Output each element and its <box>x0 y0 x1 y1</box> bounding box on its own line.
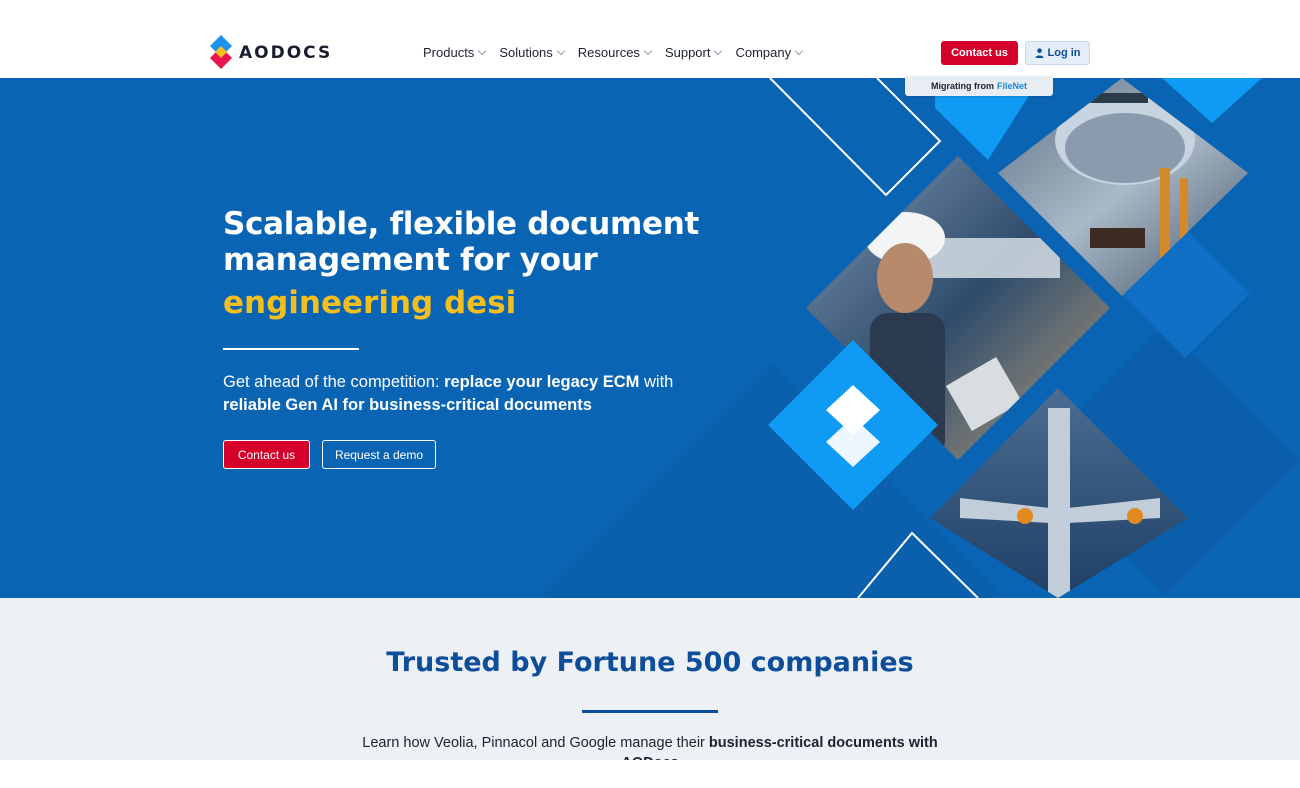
hero-title-line1: Scalable, flexible document <box>223 206 700 242</box>
aodocs-logo-icon <box>210 35 232 69</box>
logo-wordmark: AODOCS <box>239 42 333 63</box>
chevron-down-icon <box>643 46 653 55</box>
hero-section: Scalable, flexible document management f… <box>0 78 1300 598</box>
header-contact-button[interactable]: Contact us <box>941 41 1018 65</box>
migrate-prefix: Migrating from <box>930 81 994 91</box>
hero-illustration <box>540 78 1300 598</box>
aodocs-logo[interactable]: AODOCS <box>208 34 332 72</box>
nav-company[interactable]: Company <box>735 44 804 61</box>
migrate-banner-tab[interactable]: Migrating from FileNet <box>905 76 1053 96</box>
site-header: AODOCS Products Solutions Resources Supp… <box>0 0 1300 78</box>
user-icon <box>1035 48 1043 58</box>
viewport-bottom-strip <box>0 760 1300 788</box>
chevron-down-icon <box>556 46 566 55</box>
nav-solutions-label: Solutions <box>499 45 553 60</box>
main-nav: Products Solutions Resources Support Com… <box>423 44 816 61</box>
nav-resources-label: Resources <box>577 45 640 60</box>
hero-title: Scalable, flexible document management f… <box>223 206 743 278</box>
hero-subtitle-part2: with <box>639 373 674 391</box>
nav-products-label: Products <box>423 45 475 60</box>
nav-support-label: Support <box>664 45 711 60</box>
hero-contact-button[interactable]: Contact us <box>223 440 310 469</box>
hero-subtitle-bold1: replace your legacy ECM <box>444 373 640 391</box>
login-button[interactable]: Log in <box>1025 41 1090 65</box>
hero-title-line2: management for your <box>223 242 598 278</box>
migrate-highlight: FileNet <box>996 81 1027 91</box>
chevron-down-icon <box>714 46 723 55</box>
chevron-down-icon <box>478 46 487 55</box>
chevron-down-icon <box>794 46 804 55</box>
hero-typed-text: engineering desi <box>223 285 517 321</box>
trusted-divider <box>582 710 718 713</box>
trusted-subtitle-part1: Learn how Veolia, Pinnacol and Google ma… <box>362 735 709 751</box>
nav-support[interactable]: Support <box>664 44 723 61</box>
nav-products[interactable]: Products <box>423 44 487 61</box>
trusted-title: Trusted by Fortune 500 companies <box>386 647 914 678</box>
nav-resources[interactable]: Resources <box>577 44 653 61</box>
hero-divider <box>223 348 359 350</box>
hero-subtitle-bold2: reliable Gen AI for business-critical do… <box>223 396 592 414</box>
nav-company-label: Company <box>735 45 792 60</box>
trusted-subtitle: Learn how Veolia, Pinnacol and Google ma… <box>340 733 960 760</box>
nav-solutions[interactable]: Solutions <box>499 44 566 61</box>
trusted-section: Trusted by Fortune 500 companies Learn h… <box>0 598 1300 760</box>
login-label: Log in <box>1047 47 1081 59</box>
hero-subtitle-part1: Get ahead of the competition: <box>223 373 445 391</box>
request-demo-button[interactable]: Request a demo <box>322 440 436 469</box>
hero-subtitle: Get ahead of the competition: replace yo… <box>223 371 743 417</box>
